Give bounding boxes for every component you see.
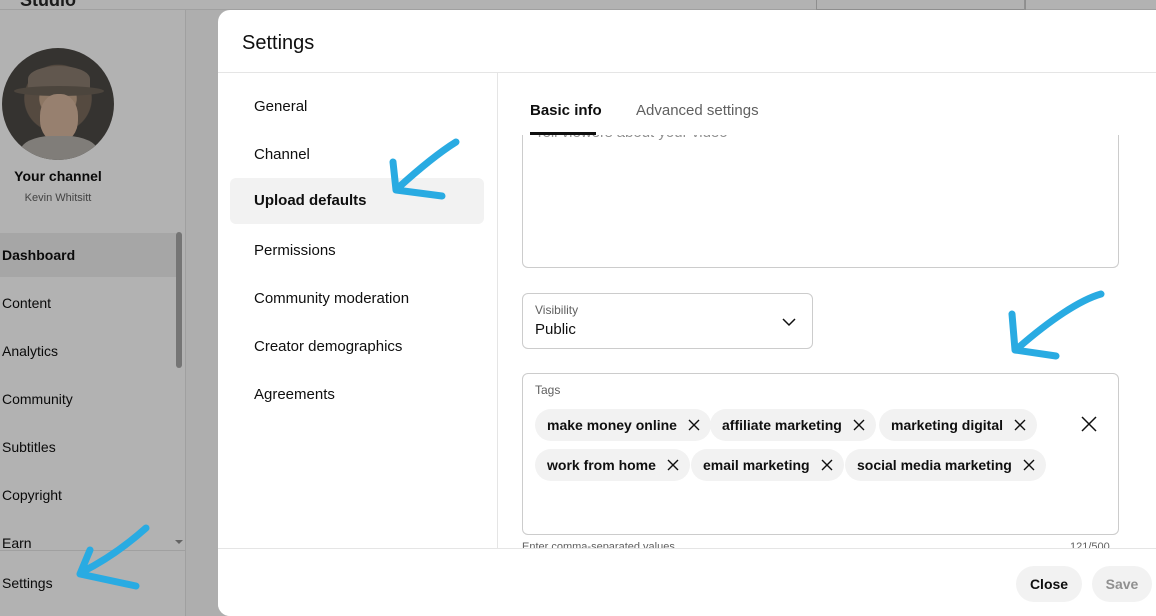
visibility-value: Public [535,321,576,338]
close-button[interactable]: Close [1016,566,1082,602]
tags-field[interactable]: Tags make money online affiliate marketi… [522,373,1119,535]
tag-chip-label: affiliate marketing [722,417,842,433]
dialog-footer: Close Save [218,548,1156,616]
clear-tags-icon[interactable] [1080,415,1098,433]
settings-menu-permissions[interactable]: Permissions [230,228,484,274]
tag-chip-label: social media marketing [857,457,1012,473]
description-field[interactable]: Tell viewers about your video [522,124,1119,268]
tag-chip-label: email marketing [703,457,810,473]
visibility-label: Visibility [535,303,579,317]
tab-advanced-settings[interactable]: Advanced settings [636,102,759,119]
menu-divider [497,73,498,548]
tag-chip: marketing digital [879,409,1038,441]
chevron-down-icon [782,318,796,327]
save-button[interactable]: Save [1092,566,1152,602]
tag-chip: work from home [535,449,690,481]
tags-label: Tags [535,383,561,397]
settings-dialog: Settings General Channel Upload defaults… [218,10,1156,616]
active-tab-indicator [530,132,596,135]
settings-menu-channel[interactable]: Channel [230,132,484,178]
dialog-title: Settings [242,32,315,54]
tag-chip: email marketing [691,449,844,481]
close-icon[interactable] [820,458,834,472]
close-icon[interactable] [687,418,701,432]
close-icon[interactable] [1013,418,1027,432]
close-icon[interactable] [852,418,866,432]
tab-basic-info[interactable]: Basic info [530,102,602,119]
tag-chip: affiliate marketing [710,409,876,441]
tag-chip-label: make money online [547,417,677,433]
settings-menu-general[interactable]: General [230,84,484,130]
tag-chip: make money online [535,409,711,441]
settings-menu-creator-demographics[interactable]: Creator demographics [230,324,484,370]
close-icon[interactable] [666,458,680,472]
tag-chip-label: marketing digital [891,417,1004,433]
close-icon[interactable] [1022,458,1036,472]
settings-menu-upload-defaults[interactable]: Upload defaults [230,178,484,224]
visibility-dropdown[interactable]: Visibility Public [522,293,813,349]
tag-chip: social media marketing [845,449,1046,481]
settings-menu-community-moderation[interactable]: Community moderation [230,276,484,322]
tag-chip-label: work from home [547,457,656,473]
settings-menu-agreements[interactable]: Agreements [230,372,484,418]
